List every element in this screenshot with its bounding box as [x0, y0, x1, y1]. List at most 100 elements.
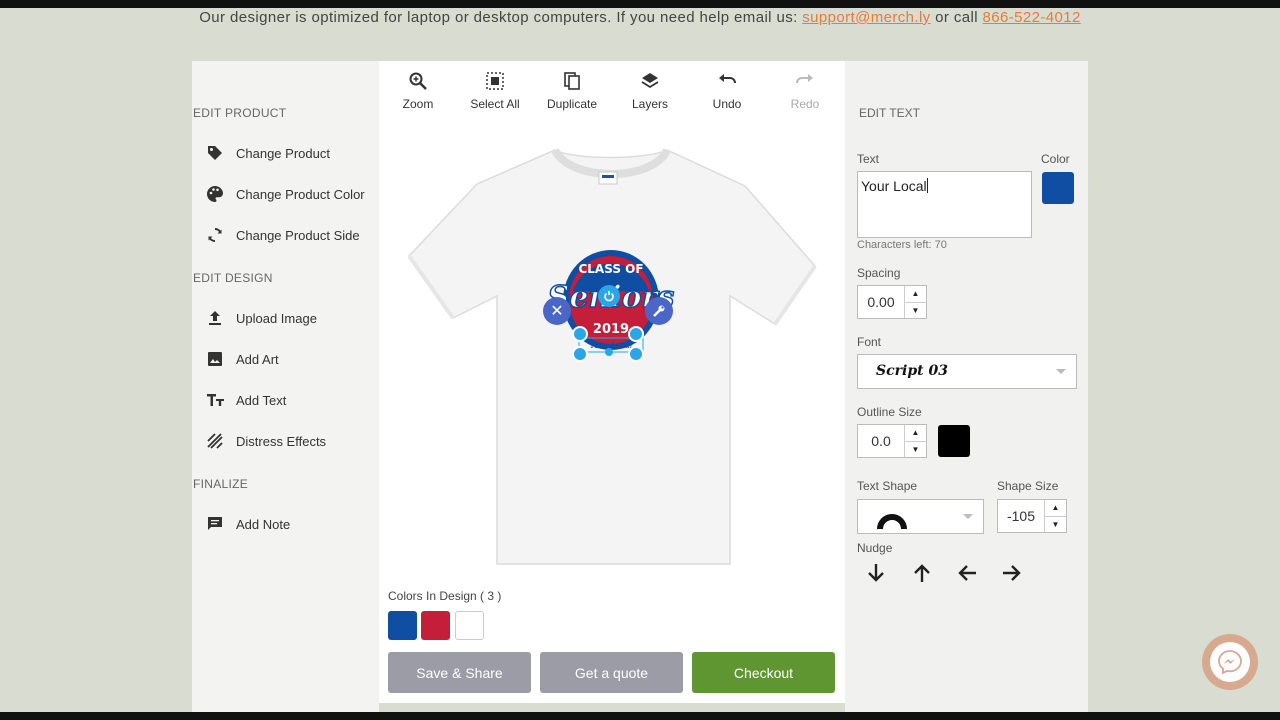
outline-size-value: 0.0 [871, 433, 891, 449]
shape-size-up-button[interactable]: ▲ [1045, 500, 1066, 516]
comment-icon [206, 515, 236, 533]
upload-image-label: Upload Image [236, 310, 317, 326]
spacing-up-button[interactable]: ▲ [905, 286, 926, 302]
resize-handle-br[interactable] [628, 346, 644, 362]
image-icon [206, 350, 236, 368]
tag-icon [206, 144, 236, 162]
left-sidebar: EDIT PRODUCT Change Product Change Produ… [192, 61, 379, 712]
layers-icon [641, 73, 659, 89]
edit-design-heading: EDIT DESIGN [193, 271, 273, 285]
spacing-down-button[interactable]: ▼ [905, 301, 926, 319]
top-edge [0, 0, 1280, 8]
add-note-button[interactable]: Add Note [206, 512, 290, 536]
add-note-label: Add Note [236, 516, 291, 532]
design-year-text: 2019 [593, 322, 629, 337]
upload-image-button[interactable]: Upload Image [206, 306, 317, 330]
outline-size-label: Outline Size [857, 405, 922, 419]
select-all-icon [486, 72, 504, 90]
select-all-button[interactable]: Select All [456, 71, 534, 111]
layers-label: Layers [631, 97, 669, 111]
nudge-down-button[interactable] [864, 561, 888, 585]
checkout-button[interactable]: Checkout [692, 652, 835, 693]
nudge-left-button[interactable] [955, 561, 979, 585]
color-swatch-red[interactable] [421, 611, 450, 640]
nudge-right-button[interactable] [1000, 561, 1024, 585]
notice-text: Our designer is optimized for laptop or … [199, 9, 803, 26]
arrow-down-icon [868, 564, 884, 582]
layers-button[interactable]: Layers [611, 71, 689, 111]
rotate-icon [206, 226, 236, 244]
shape-size-down-button[interactable]: ▼ [1045, 515, 1066, 533]
spacing-stepper[interactable]: 0.00 ▲ ▼ [857, 285, 927, 319]
help-notice: Our designer is optimized for laptop or … [0, 8, 1280, 28]
palette-icon [206, 185, 236, 203]
nudge-label: Nudge [857, 541, 893, 555]
delete-element-handle[interactable]: ✕ [543, 297, 571, 325]
edit-text-heading: EDIT TEXT [859, 106, 920, 120]
distress-effects-label: Distress Effects [236, 433, 327, 449]
font-select-value: Script 03 [876, 363, 948, 379]
edit-element-handle[interactable] [645, 297, 673, 325]
font-select[interactable]: Script 03 [857, 354, 1077, 389]
resize-handle-bl[interactable] [572, 346, 588, 362]
upload-icon [206, 309, 236, 327]
distress-effects-button[interactable]: Distress Effects [206, 429, 326, 453]
power-icon [604, 291, 614, 302]
design-class-of-text: CLASS OF [578, 262, 643, 276]
wrench-icon [653, 305, 665, 317]
text-shape-select[interactable] [857, 499, 984, 534]
rotate-handle[interactable] [598, 285, 620, 307]
change-product-label: Change Product [236, 145, 330, 161]
support-phone-link[interactable]: 866-522-4012 [983, 9, 1081, 26]
close-icon: ✕ [550, 303, 564, 320]
color-label: Color [1041, 152, 1070, 166]
undo-label: Undo [712, 97, 742, 111]
get-quote-button[interactable]: Get a quote [540, 652, 683, 693]
select-all-label: Select All [470, 97, 520, 111]
outline-down-button[interactable]: ▼ [905, 440, 926, 458]
text-color-picker[interactable] [1042, 172, 1074, 204]
color-swatch-white[interactable] [455, 611, 484, 640]
add-text-label: Add Text [236, 392, 287, 408]
redo-icon [796, 74, 813, 84]
messenger-chat-button[interactable] [1202, 634, 1258, 690]
add-text-button[interactable]: Add Text [206, 388, 286, 412]
design-canvas-panel: Zoom Select All Duplicate Layers Undo Re… [379, 61, 845, 703]
text-size-icon [206, 391, 236, 409]
arrow-up-icon [914, 564, 930, 582]
resize-handle-bottom[interactable] [605, 348, 613, 356]
resize-handle-tl[interactable] [572, 326, 588, 342]
redo-label: Redo [790, 97, 820, 111]
save-share-button[interactable]: Save & Share [388, 652, 531, 693]
colors-in-design-label: Colors In Design ( 3 ) [388, 589, 502, 603]
outline-up-button[interactable]: ▲ [905, 425, 926, 441]
text-input-value: Your Local [861, 178, 927, 194]
outline-color-picker[interactable] [938, 425, 970, 457]
duplicate-icon [564, 72, 580, 90]
duplicate-button[interactable]: Duplicate [533, 71, 611, 111]
edit-product-heading: EDIT PRODUCT [193, 106, 287, 120]
redo-button[interactable]: Redo [766, 71, 844, 111]
edit-text-panel: EDIT TEXT Text Color Your Local Characte… [845, 61, 1088, 712]
nudge-up-button[interactable] [910, 561, 934, 585]
undo-button[interactable]: Undo [688, 71, 766, 111]
shape-size-stepper[interactable]: -105 ▲ ▼ [997, 499, 1067, 533]
outline-size-stepper[interactable]: 0.0 ▲ ▼ [857, 424, 927, 458]
zoom-icon [409, 72, 427, 90]
change-product-button[interactable]: Change Product [206, 141, 330, 165]
change-product-side-label: Change Product Side [236, 227, 360, 243]
change-product-color-button[interactable]: Change Product Color [206, 182, 365, 206]
resize-handle-tr[interactable] [628, 326, 644, 342]
spacing-label: Spacing [857, 266, 901, 280]
texture-icon [206, 432, 236, 450]
add-art-button[interactable]: Add Art [206, 347, 279, 371]
change-product-side-button[interactable]: Change Product Side [206, 223, 360, 247]
text-input[interactable]: Your Local [857, 171, 1032, 238]
change-product-color-label: Change Product Color [236, 186, 365, 202]
notice-middle-text: or call [930, 9, 983, 26]
support-email-link[interactable]: support@merch.ly [802, 9, 930, 26]
arrow-right-icon [1003, 565, 1021, 581]
color-swatch-blue[interactable] [388, 611, 417, 640]
zoom-button[interactable]: Zoom [379, 71, 457, 111]
bottom-edge [0, 712, 1280, 720]
